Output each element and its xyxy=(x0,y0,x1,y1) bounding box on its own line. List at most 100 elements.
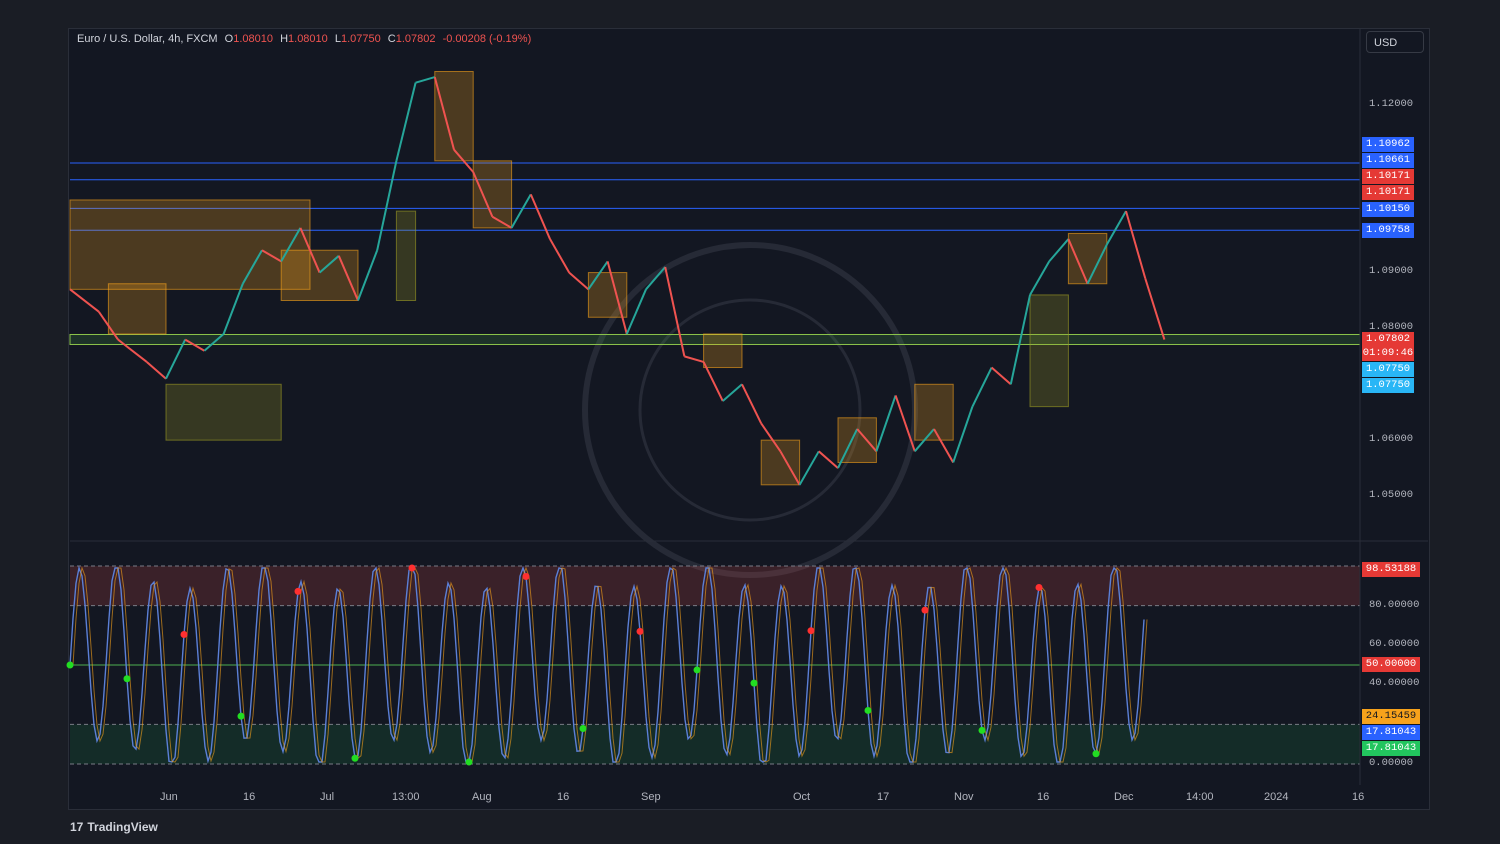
symbol-title[interactable]: Euro / U.S. Dollar, 4h, FXCM xyxy=(77,33,218,45)
price-tag: 1.10962 xyxy=(1362,137,1414,152)
osc-tick: 0.00000 xyxy=(1369,757,1414,769)
tradingview-logo[interactable]: 17 TradingView xyxy=(70,820,158,834)
time-tick: 17 xyxy=(877,791,890,803)
watermark-ring xyxy=(582,242,918,578)
osc-tag: 17.81043 xyxy=(1362,741,1420,756)
price-segment xyxy=(741,383,763,424)
price-segment xyxy=(376,160,398,251)
price-tag: 1.07750 xyxy=(1362,362,1414,377)
osc-tick: 80.00000 xyxy=(1369,599,1420,611)
price-segment xyxy=(69,288,100,313)
price-segment xyxy=(875,395,897,452)
osc-signal-dot xyxy=(579,724,587,732)
price-segment xyxy=(568,271,590,291)
osc-signal-dot xyxy=(66,661,74,669)
price-segment xyxy=(990,366,1012,386)
order-block xyxy=(760,439,801,486)
order-block xyxy=(107,283,167,335)
chart-canvas[interactable] xyxy=(0,0,1500,844)
price-tick: 1.06000 xyxy=(1369,433,1414,445)
price-tag: 1.10171 xyxy=(1362,169,1414,184)
osc-signal-dot xyxy=(1092,750,1100,758)
time-tick: 16 xyxy=(557,791,570,803)
price-segment xyxy=(415,76,436,84)
order-block xyxy=(165,383,282,441)
time-tick: Oct xyxy=(793,791,811,803)
price-segment xyxy=(1029,260,1051,296)
time-tick: 2024 xyxy=(1264,791,1289,803)
price-tag: 1.07802 xyxy=(1362,332,1414,347)
price-tag: 1.10661 xyxy=(1362,153,1414,168)
price-segment xyxy=(165,339,187,380)
osc-signal-dot xyxy=(693,666,701,674)
osc-signal-dot xyxy=(408,564,416,572)
order-block xyxy=(1029,294,1069,408)
price-segment xyxy=(395,82,417,162)
time-tick: 13:00 xyxy=(392,791,420,803)
osc-tag: 17.81043 xyxy=(1362,725,1420,740)
change-value: -0.00208 (-0.19%) xyxy=(442,33,532,45)
price-segment xyxy=(549,238,571,274)
price-tag: 1.10150 xyxy=(1362,202,1414,217)
high-label: H xyxy=(280,33,289,45)
symbol-header: Euro / U.S. Dollar, 4h, FXCM O1.08010 H1… xyxy=(77,33,535,45)
oversold-zone xyxy=(70,724,1360,764)
order-block xyxy=(703,333,743,369)
osc-signal-dot xyxy=(522,573,530,581)
open-value: 1.08010 xyxy=(233,33,273,45)
price-segment xyxy=(1048,238,1070,263)
osc-signal-dot xyxy=(294,587,302,595)
price-tick: 1.12000 xyxy=(1369,98,1414,110)
price-segment xyxy=(510,193,532,229)
price-segment xyxy=(146,361,167,380)
osc-signal-dot xyxy=(123,675,131,683)
time-tick: Jun xyxy=(160,791,178,803)
time-tick: Jul xyxy=(320,791,335,803)
watermark-ring-inner xyxy=(638,298,862,522)
time-tick: 16 xyxy=(1037,791,1050,803)
price-segment xyxy=(529,193,551,240)
time-tick: Sep xyxy=(641,791,661,803)
osc-tick: 60.00000 xyxy=(1369,638,1420,650)
price-tick: 1.05000 xyxy=(1369,489,1414,501)
osc-signal-dot xyxy=(864,706,872,714)
price-segment xyxy=(1105,210,1127,246)
order-block xyxy=(914,383,954,441)
osc-signal-dot xyxy=(351,754,359,762)
close-label: C xyxy=(387,33,396,45)
brand-label: TradingView xyxy=(87,820,158,834)
osc-signal-dot xyxy=(237,712,245,720)
price-segment xyxy=(798,450,820,486)
open-label: O xyxy=(224,33,234,45)
price-segment xyxy=(684,355,704,363)
price-segment xyxy=(952,406,974,463)
osc-signal-dot xyxy=(921,606,929,614)
osc-tag: 50.00000 xyxy=(1362,657,1420,672)
osc-tag: 24.15459 xyxy=(1362,709,1420,724)
price-tag: 01:09:46 xyxy=(1362,346,1414,361)
osc-signal-dot xyxy=(978,726,986,734)
osc-signal-dot xyxy=(180,630,188,638)
price-segment xyxy=(818,450,839,469)
osc-signal-dot xyxy=(465,758,473,766)
price-tag: 1.09758 xyxy=(1362,223,1414,238)
osc-signal-dot xyxy=(1035,583,1043,591)
osc-signal-dot xyxy=(807,627,815,635)
price-segment xyxy=(1125,210,1147,279)
osc-signal-dot xyxy=(750,679,758,687)
osc-tag: 98.53188 xyxy=(1362,562,1420,577)
price-segment xyxy=(222,283,244,335)
high-value: 1.08010 xyxy=(288,33,328,45)
order-block xyxy=(395,210,417,301)
price-segment xyxy=(1144,277,1166,340)
time-tick: Aug xyxy=(472,791,492,803)
price-segment xyxy=(971,367,993,408)
time-tick: 14:00 xyxy=(1186,791,1214,803)
currency-selector[interactable]: USD xyxy=(1366,31,1424,53)
price-tick: 1.09000 xyxy=(1369,265,1414,277)
low-value: 1.07750 xyxy=(340,33,381,45)
osc-signal-dot xyxy=(636,627,644,635)
order-block xyxy=(69,199,311,290)
time-tick: Dec xyxy=(1114,791,1134,803)
time-tick: 16 xyxy=(1352,791,1365,803)
